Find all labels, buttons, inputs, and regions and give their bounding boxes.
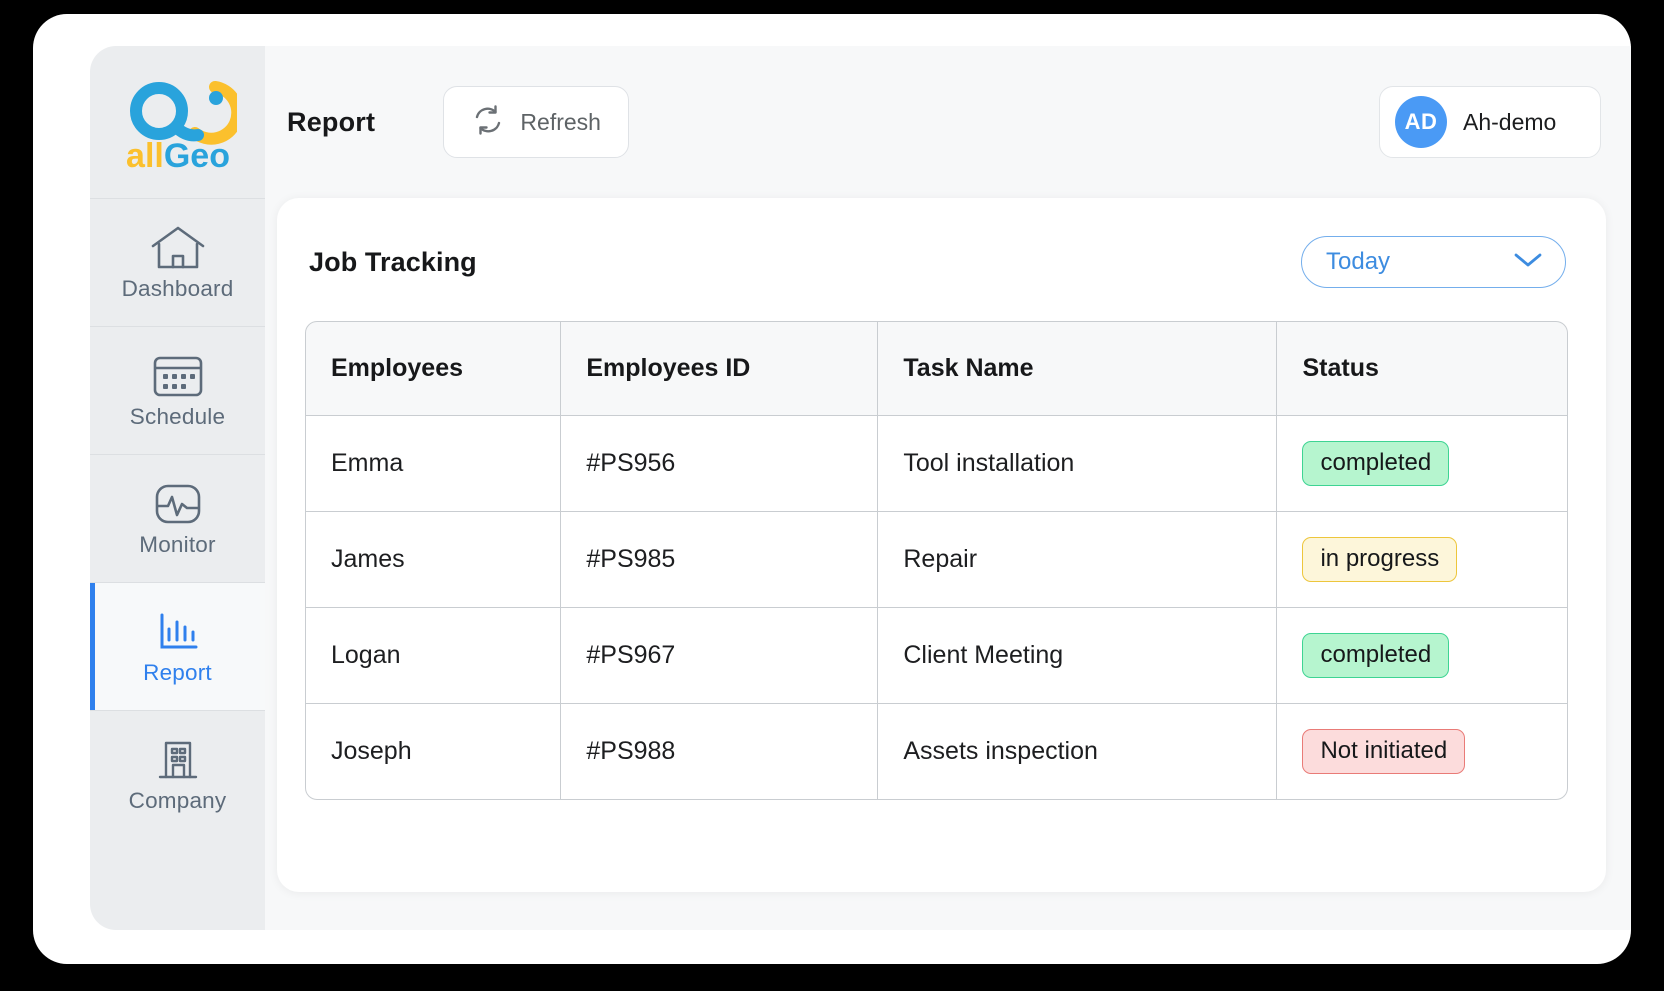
date-range-select[interactable]: Today [1301,236,1566,288]
table-row[interactable]: Logan #PS967 Client Meeting completed [305,608,1568,704]
sidebar-item-monitor[interactable]: Monitor [90,454,265,582]
sidebar-item-schedule[interactable]: Schedule [90,326,265,454]
cell-status: completed [1277,416,1568,512]
sidebar-item-report[interactable]: Report [90,582,265,710]
cell-employee: Joseph [305,704,561,800]
topbar: Report Refresh AD Ah-demo [265,46,1631,198]
sidebar: allGeo Dashboard [90,46,265,930]
cell-task: Client Meeting [878,608,1277,704]
app-window: allGeo Dashboard [33,14,1631,964]
table-row[interactable]: James #PS985 Repair in progress [305,512,1568,608]
sidebar-item-label: Report [143,662,212,685]
sidebar-item-label: Schedule [130,406,225,429]
avatar: AD [1395,96,1447,148]
activity-monitor-icon [151,481,205,527]
user-name: Ah-demo [1463,109,1556,136]
column-header-status: Status [1277,321,1568,416]
cell-employee-id: #PS988 [561,704,878,800]
svg-text:allGeo: allGeo [126,137,230,174]
table-body: Emma #PS956 Tool installation completed … [305,416,1568,800]
table-header-row: Employees Employees ID Task Name Status [305,321,1568,416]
status-badge: completed [1302,633,1449,679]
table-row[interactable]: Joseph #PS988 Assets inspection Not init… [305,704,1568,800]
main-content: Report Refresh AD Ah-demo [265,46,1631,930]
allgeo-logo-icon: allGeo [119,70,237,174]
cell-task: Assets inspection [878,704,1277,800]
sidebar-item-label: Dashboard [122,278,234,301]
status-badge: Not initiated [1302,729,1465,775]
bar-chart-icon [152,609,204,655]
cell-status: Not initiated [1277,704,1568,800]
job-tracking-table: Employees Employees ID Task Name Status … [305,321,1568,800]
status-badge: completed [1302,441,1449,487]
sidebar-item-label: Company [129,790,227,813]
cell-status: completed [1277,608,1568,704]
sidebar-item-label: Monitor [139,534,215,557]
card-header: Job Tracking Today [305,236,1568,288]
chevron-down-icon [1513,251,1543,274]
table-row[interactable]: Emma #PS956 Tool installation completed [305,416,1568,512]
column-header-task-name: Task Name [878,321,1277,416]
cell-employee: Emma [305,416,561,512]
cell-employee-id: #PS985 [561,512,878,608]
cell-task: Tool installation [878,416,1277,512]
cell-employee: James [305,512,561,608]
refresh-button[interactable]: Refresh [443,86,629,158]
refresh-icon [471,103,505,142]
cell-employee-id: #PS967 [561,608,878,704]
calendar-icon [151,353,205,399]
section-title: Job Tracking [309,247,477,278]
column-header-employees-id: Employees ID [561,321,878,416]
date-range-value: Today [1326,248,1390,276]
app-logo: allGeo [90,46,265,198]
sidebar-item-dashboard[interactable]: Dashboard [90,198,265,326]
cell-task: Repair [878,512,1277,608]
column-header-employees: Employees [305,321,561,416]
refresh-button-label: Refresh [520,109,601,136]
building-icon [152,737,204,783]
cell-employee: Logan [305,608,561,704]
cell-employee-id: #PS956 [561,416,878,512]
status-badge: in progress [1302,537,1457,583]
cell-status: in progress [1277,512,1568,608]
sidebar-item-company[interactable]: Company [90,710,265,838]
user-menu[interactable]: AD Ah-demo [1379,86,1601,158]
home-icon [148,225,208,271]
page-title: Report [287,107,375,138]
job-tracking-card: Job Tracking Today Employees [277,198,1606,892]
